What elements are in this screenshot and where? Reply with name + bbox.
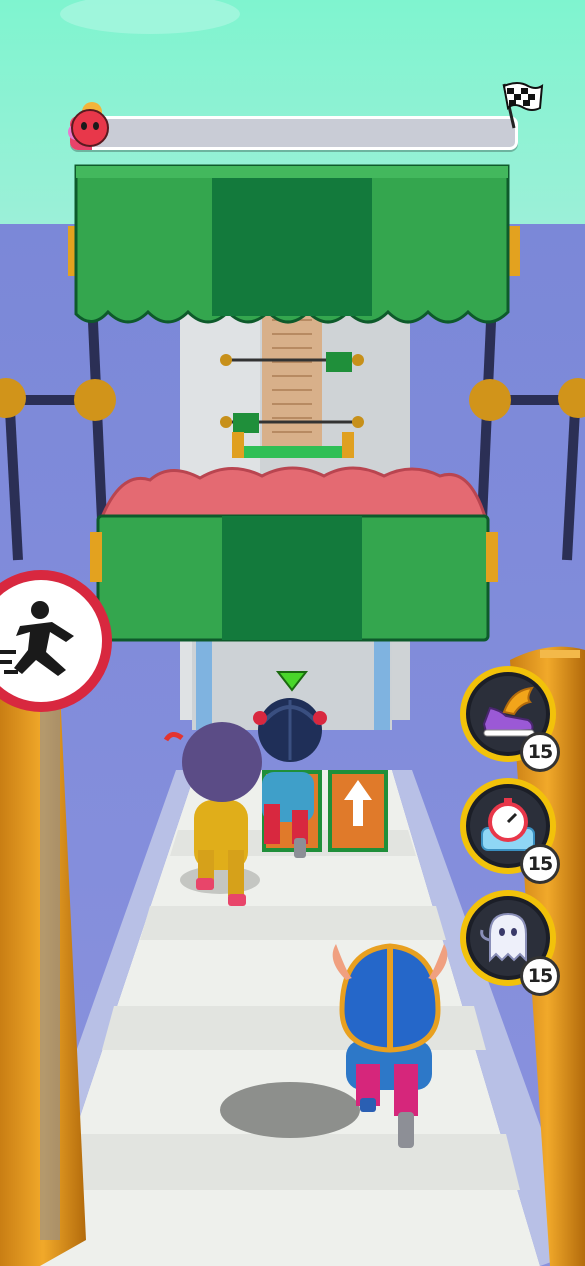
powerup-ghost-button[interactable]: 15 bbox=[460, 890, 560, 996]
powerup-count: 15 bbox=[520, 956, 560, 996]
powerup-count: 15 bbox=[520, 844, 560, 884]
player-progress-avatar bbox=[68, 102, 109, 147]
pink-roof bbox=[97, 466, 489, 524]
powerup-count: 15 bbox=[520, 732, 560, 772]
level-progress-bar bbox=[64, 82, 544, 154]
powerup-winged-shoe-button[interactable]: 15 bbox=[460, 666, 560, 772]
progress-track bbox=[70, 116, 518, 150]
jumping-runner-icon bbox=[0, 570, 112, 712]
checkered-flag-icon bbox=[502, 82, 544, 129]
powerup-stopwatch-freeze-button[interactable]: 15 bbox=[460, 778, 560, 884]
